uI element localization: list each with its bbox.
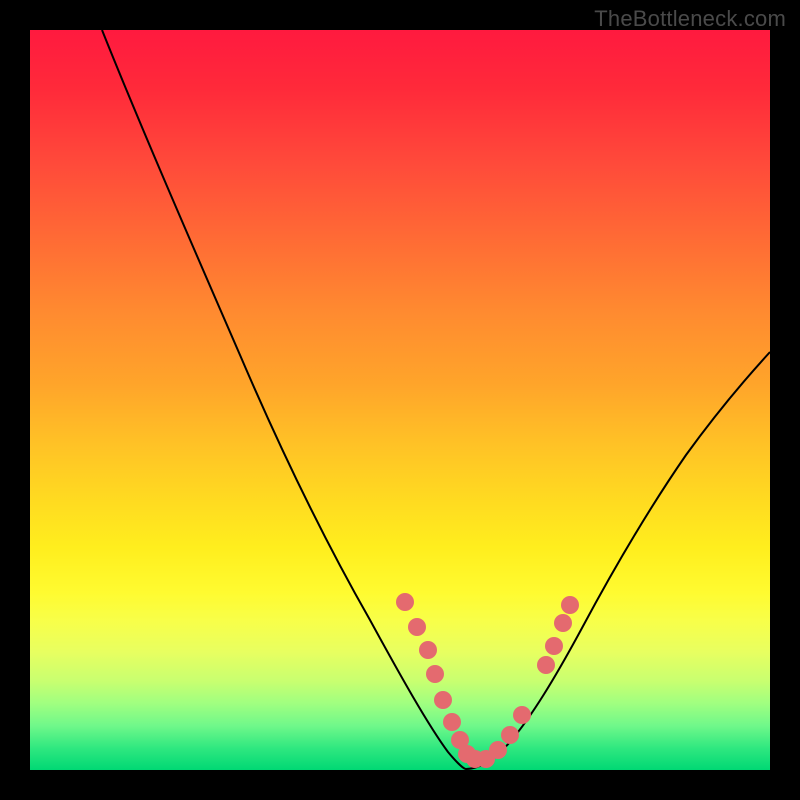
bottleneck-curve-right <box>466 352 770 769</box>
chart-frame: TheBottleneck.com <box>0 0 800 800</box>
watermark-text: TheBottleneck.com <box>594 6 786 32</box>
curve-overlay <box>30 30 770 770</box>
bottleneck-curve-left <box>102 30 466 769</box>
heatmap-plot-area <box>30 30 770 770</box>
